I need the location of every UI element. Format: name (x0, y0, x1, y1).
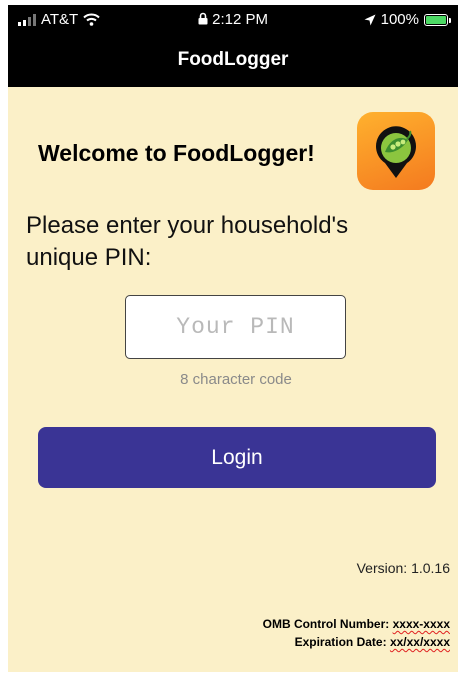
expiration-value: xx/xx/xxxx (389, 635, 450, 649)
omb-control-line: OMB Control Number: xxxx-xxxx (263, 615, 450, 633)
location-arrow-icon (364, 14, 376, 25)
expiration-line: Expiration Date: xx/xx/xxxx (263, 633, 450, 651)
lock-icon (198, 12, 208, 25)
status-right: 100% (364, 11, 451, 28)
omb-notice: OMB Control Number: xxxx-xxxx Expiration… (263, 615, 450, 651)
login-button[interactable]: Login (38, 427, 436, 488)
status-and-title-bar: AT&T 2:12 PM 100% FoodLogger (8, 5, 458, 87)
omb-control-label: OMB Control Number: (262, 617, 393, 631)
clock-label: 2:12 PM (212, 11, 269, 28)
pin-prompt: Please enter your household's unique PIN… (26, 212, 349, 271)
app-screen: AT&T 2:12 PM 100% FoodLogger Welcome to … (8, 5, 458, 672)
battery-percent-label: 100% (380, 11, 419, 28)
welcome-heading: Welcome to FoodLogger! (38, 140, 315, 166)
expiration-label: Expiration Date: (294, 635, 390, 649)
pin-hint: 8 character code (180, 371, 292, 388)
version-label: Version: 1.0.16 (356, 560, 450, 576)
battery-icon (424, 13, 451, 26)
omb-control-value: xxxx-xxxx (392, 617, 450, 631)
app-title: FoodLogger (177, 49, 289, 70)
pin-input[interactable] (125, 295, 346, 359)
map-pin-pea-pod-icon (357, 112, 435, 190)
